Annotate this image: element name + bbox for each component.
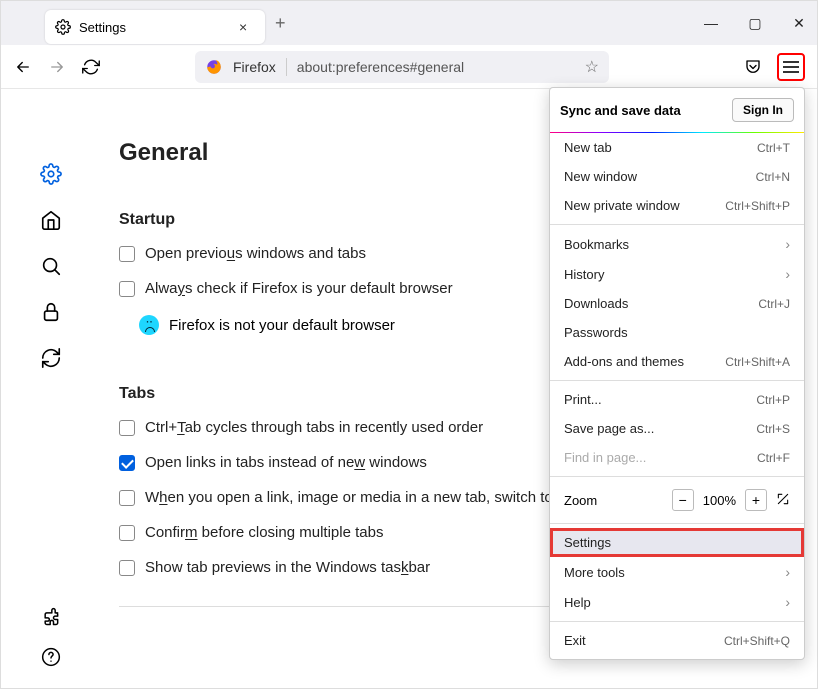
- menu-help[interactable]: Help›: [550, 587, 804, 617]
- menu-settings[interactable]: Settings: [550, 528, 804, 557]
- checkbox[interactable]: [119, 560, 135, 576]
- zoom-in-button[interactable]: +: [745, 489, 767, 511]
- menu-exit[interactable]: ExitCtrl+Shift+Q: [550, 626, 804, 655]
- separator: [550, 380, 804, 381]
- chevron-right-icon: ›: [785, 594, 790, 610]
- close-window-button[interactable]: ✕: [789, 15, 809, 32]
- sidebar-help-icon[interactable]: [40, 646, 62, 668]
- url-bar[interactable]: Firefox about:preferences#general ☆: [195, 51, 609, 83]
- separator: [550, 621, 804, 622]
- label: Open previous windows and tabs: [145, 245, 366, 262]
- sad-face-icon: [139, 315, 159, 335]
- forward-button[interactable]: [47, 57, 67, 77]
- app-menu-button[interactable]: [777, 53, 805, 81]
- menu-new-window[interactable]: New windowCtrl+N: [550, 162, 804, 191]
- gear-icon: [55, 19, 71, 35]
- menu-zoom: Zoom − 100% +: [550, 481, 804, 519]
- zoom-value: 100%: [703, 493, 736, 508]
- menu-find: Find in page...Ctrl+F: [550, 443, 804, 472]
- checkbox[interactable]: [119, 525, 135, 541]
- menu-sync-header: Sync and save data Sign In: [550, 88, 804, 132]
- menu-bookmarks[interactable]: Bookmarks›: [550, 229, 804, 259]
- label: Always check if Firefox is your default …: [145, 280, 453, 297]
- minimize-button[interactable]: —: [701, 15, 721, 31]
- sync-title: Sync and save data: [560, 103, 681, 118]
- zoom-out-button[interactable]: −: [672, 489, 694, 511]
- label: Show tab previews in the Windows taskbar: [145, 559, 430, 576]
- sidebar-sync-icon[interactable]: [40, 347, 62, 369]
- separator: [550, 224, 804, 225]
- separator: [550, 523, 804, 524]
- label: When you open a link, image or media in …: [145, 489, 564, 506]
- menu-passwords[interactable]: Passwords: [550, 318, 804, 347]
- checkbox[interactable]: [119, 490, 135, 506]
- not-default-text: Firefox is not your default browser: [169, 317, 395, 334]
- label: Confirm before closing multiple tabs: [145, 524, 383, 541]
- new-tab-button[interactable]: +: [275, 13, 286, 34]
- toolbar: Firefox about:preferences#general ☆: [1, 45, 817, 89]
- titlebar: Settings × + — ▢ ✕: [1, 1, 817, 45]
- checkbox[interactable]: [119, 420, 135, 436]
- firefox-icon: [205, 58, 223, 76]
- menu-downloads[interactable]: DownloadsCtrl+J: [550, 289, 804, 318]
- separator: [286, 58, 287, 76]
- menu-new-tab[interactable]: New tabCtrl+T: [550, 133, 804, 162]
- separator: [550, 476, 804, 477]
- reload-button[interactable]: [81, 57, 101, 77]
- menu-more-tools[interactable]: More tools›: [550, 557, 804, 587]
- close-icon[interactable]: ×: [239, 19, 255, 35]
- checkbox[interactable]: [119, 246, 135, 262]
- fullscreen-icon[interactable]: [776, 492, 790, 509]
- menu-save-as[interactable]: Save page as...Ctrl+S: [550, 414, 804, 443]
- chevron-right-icon: ›: [785, 564, 790, 580]
- menu-history[interactable]: History›: [550, 259, 804, 289]
- chevron-right-icon: ›: [785, 266, 790, 282]
- menu-new-private[interactable]: New private windowCtrl+Shift+P: [550, 191, 804, 220]
- sidebar-home-icon[interactable]: [40, 209, 62, 231]
- maximize-button[interactable]: ▢: [745, 15, 765, 32]
- checkbox-checked[interactable]: [119, 455, 135, 471]
- url-context: Firefox: [233, 59, 276, 75]
- settings-sidebar: [1, 89, 101, 688]
- window-controls: — ▢ ✕: [701, 1, 809, 45]
- sidebar-search-icon[interactable]: [40, 255, 62, 277]
- sidebar-general-icon[interactable]: [40, 163, 62, 185]
- chevron-right-icon: ›: [785, 236, 790, 252]
- app-menu: Sync and save data Sign In New tabCtrl+T…: [549, 87, 805, 660]
- pocket-icon[interactable]: [743, 57, 763, 77]
- back-button[interactable]: [13, 57, 33, 77]
- checkbox[interactable]: [119, 281, 135, 297]
- tab-title: Settings: [79, 20, 231, 35]
- menu-print[interactable]: Print...Ctrl+P: [550, 385, 804, 414]
- url-text: about:preferences#general: [297, 59, 575, 75]
- sign-in-button[interactable]: Sign In: [732, 98, 794, 122]
- label: Open links in tabs instead of new window…: [145, 454, 427, 471]
- sidebar-privacy-icon[interactable]: [40, 301, 62, 323]
- sidebar-extensions-icon[interactable]: [40, 606, 62, 628]
- menu-addons[interactable]: Add-ons and themesCtrl+Shift+A: [550, 347, 804, 376]
- bookmark-star-icon[interactable]: ☆: [585, 57, 599, 77]
- label: Ctrl+Tab cycles through tabs in recently…: [145, 419, 483, 436]
- browser-tab[interactable]: Settings ×: [45, 10, 265, 44]
